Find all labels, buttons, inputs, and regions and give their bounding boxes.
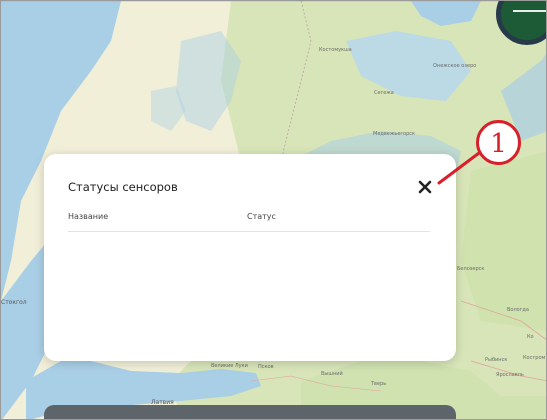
map-label-tver: Тверь xyxy=(371,381,387,387)
map-label-karelia: Костомукша xyxy=(319,47,352,53)
map-label-yaroslavl: Ярославль xyxy=(496,372,524,378)
map-label-kotlas: Ко xyxy=(527,334,534,340)
map-label-pskov: Псков xyxy=(258,364,274,370)
map-label-vologda: Вологда xyxy=(507,307,529,313)
close-icon xyxy=(418,180,432,194)
map-label-medvezhyegorsk: Медвежьегорск xyxy=(373,131,416,137)
map-label-velikiye: Великие Луки xyxy=(211,363,248,369)
app-screen: Латвия Стокгол Белозерск Вологда Рыбинск… xyxy=(0,0,547,420)
map-label-onega: Онежское озеро xyxy=(433,63,477,69)
column-header-status: Статус xyxy=(247,212,276,221)
bottom-panel[interactable] xyxy=(44,405,456,419)
map-label-kostroma: Костром xyxy=(523,355,546,361)
table-divider xyxy=(68,231,430,232)
map-label-rybinsk: Рыбинск xyxy=(485,357,508,363)
map-label-segezha: Сегежа xyxy=(374,90,394,96)
map-label-belozersk: Белозерск xyxy=(457,266,485,272)
annotation-number: 1 xyxy=(490,129,507,159)
map-label-vyshny: Вышний xyxy=(321,371,343,377)
annotation-marker: 1 xyxy=(476,120,521,165)
map-label-stockholm: Стокгол xyxy=(1,299,27,306)
minimize-icon xyxy=(513,10,546,12)
close-button[interactable] xyxy=(415,177,435,197)
column-header-name: Название xyxy=(68,212,109,221)
modal-title: Статусы сенсоров xyxy=(68,180,178,194)
sensor-status-modal: Статусы сенсоров Название Статус xyxy=(44,154,456,361)
